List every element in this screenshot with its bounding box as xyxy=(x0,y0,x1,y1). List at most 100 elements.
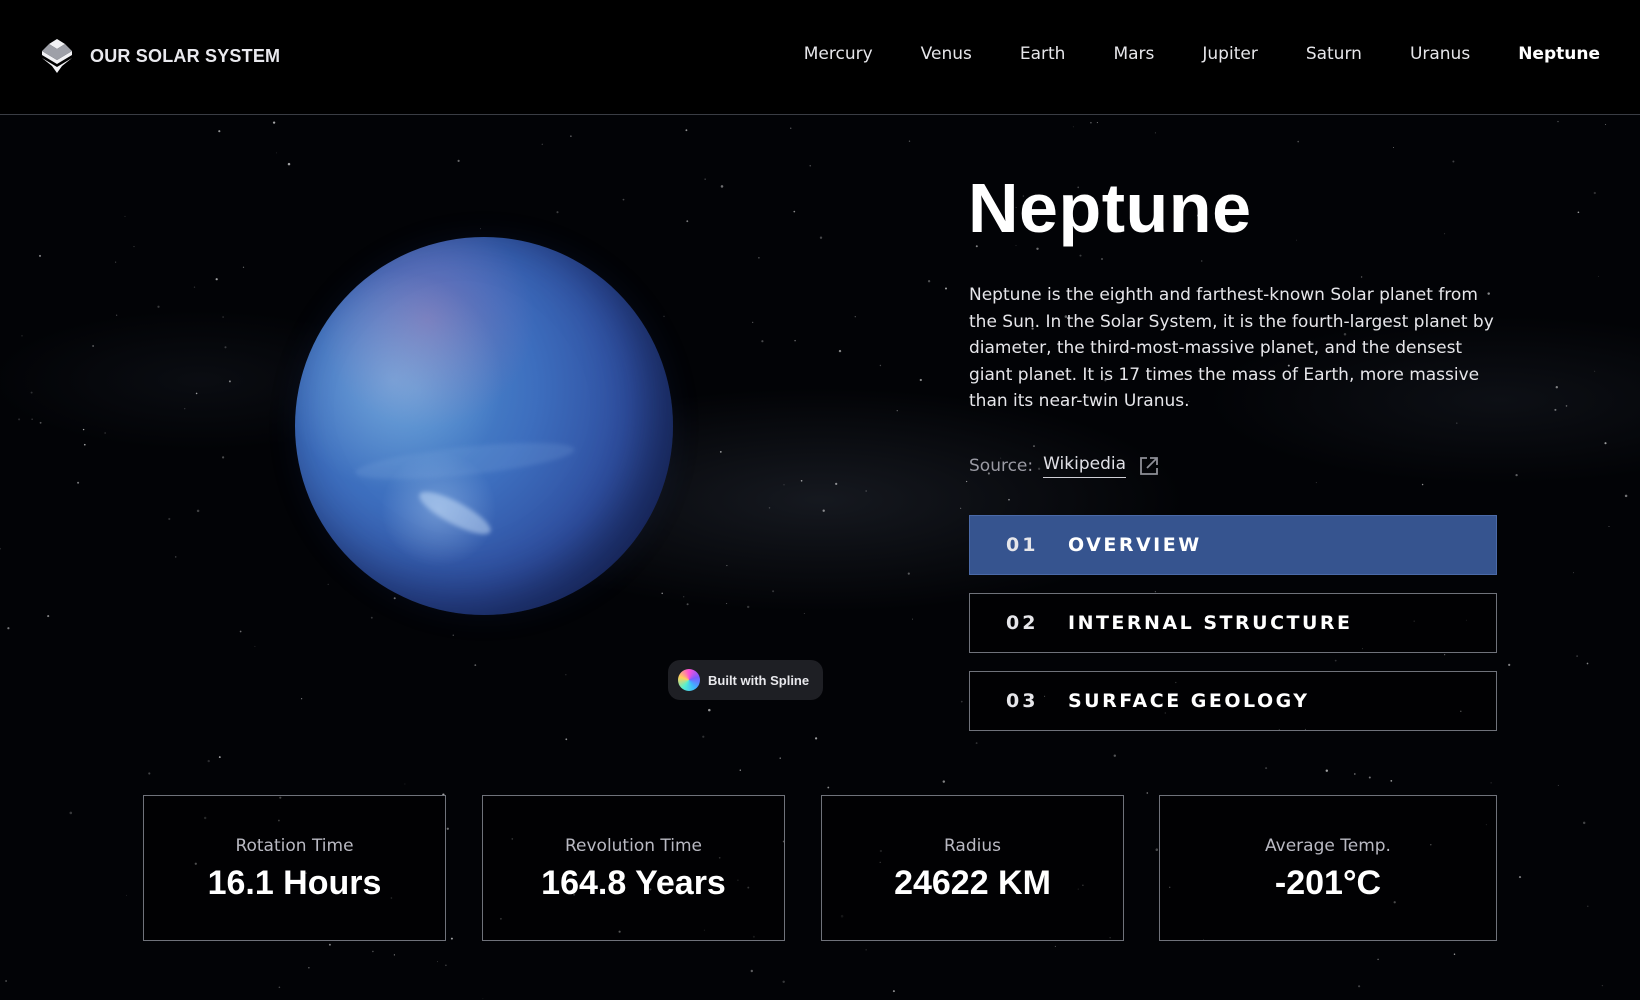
source-link-wikipedia[interactable]: Wikipedia xyxy=(1043,454,1127,478)
stat-value: -201°C xyxy=(1274,864,1382,902)
star xyxy=(184,408,186,410)
star xyxy=(803,613,805,614)
star xyxy=(83,443,86,446)
star xyxy=(1390,779,1393,782)
nav-item-saturn[interactable]: Saturn xyxy=(1306,44,1362,64)
tab-label: OVERVIEW xyxy=(1068,534,1202,556)
nav-item-earth[interactable]: Earth xyxy=(1020,44,1066,64)
star xyxy=(242,266,245,268)
nav-item-mars[interactable]: Mars xyxy=(1113,44,1154,64)
nav-item-neptune[interactable]: Neptune xyxy=(1518,44,1600,64)
star xyxy=(327,583,329,586)
star xyxy=(393,597,396,600)
star xyxy=(1555,386,1558,389)
built-with-spline-badge[interactable]: Built with Spline xyxy=(668,660,824,700)
star xyxy=(835,482,838,486)
brand[interactable]: OUR SOLAR SYSTEM xyxy=(38,38,280,74)
star xyxy=(1421,483,1424,486)
star xyxy=(196,509,200,513)
star xyxy=(1154,132,1156,134)
star xyxy=(865,949,867,951)
star xyxy=(838,349,842,353)
star xyxy=(215,278,218,281)
star xyxy=(779,757,781,759)
star xyxy=(479,228,482,230)
star xyxy=(39,421,42,424)
star xyxy=(457,159,460,162)
star xyxy=(104,432,106,434)
star xyxy=(1515,473,1518,477)
planet-cloud-band xyxy=(354,435,576,487)
star xyxy=(726,603,728,605)
star xyxy=(77,481,80,484)
nav-item-jupiter[interactable]: Jupiter xyxy=(1202,44,1257,64)
star xyxy=(1353,773,1356,775)
planet-3d-view[interactable] xyxy=(295,237,673,615)
star xyxy=(370,616,373,619)
star xyxy=(7,627,10,630)
star xyxy=(704,178,706,180)
solar-system-logo-icon xyxy=(42,39,72,73)
star xyxy=(168,517,171,521)
star xyxy=(865,490,867,492)
star xyxy=(772,590,775,593)
stat-radius: Radius 24622 KM xyxy=(821,795,1124,941)
star xyxy=(1604,442,1607,445)
star xyxy=(272,121,276,124)
star xyxy=(436,961,438,963)
star xyxy=(328,943,331,946)
star xyxy=(1072,126,1074,128)
source-line: Source: Wikipedia xyxy=(969,454,1160,478)
star xyxy=(683,596,685,598)
star xyxy=(372,950,374,953)
tab-surface-geology[interactable]: 03 SURFACE GEOLOGY xyxy=(969,671,1497,731)
nav-item-uranus[interactable]: Uranus xyxy=(1410,44,1470,64)
stat-average-temp: Average Temp. -201°C xyxy=(1159,795,1497,941)
planet-description: Neptune is the eighth and farthest-known… xyxy=(969,285,1494,411)
star xyxy=(218,756,221,759)
star xyxy=(1358,985,1361,988)
star xyxy=(663,315,665,318)
star xyxy=(960,507,962,509)
tab-internal-structure[interactable]: 02 INTERNAL STRUCTURE xyxy=(969,593,1497,653)
stat-label: Average Temp. xyxy=(1265,836,1391,856)
star xyxy=(768,507,771,509)
planet-nav: Mercury Venus Earth Mars Jupiter Saturn … xyxy=(756,44,1600,64)
external-link-icon[interactable] xyxy=(1138,455,1160,477)
star xyxy=(1518,876,1522,879)
star xyxy=(761,340,764,343)
star xyxy=(1565,405,1568,407)
star xyxy=(174,556,177,558)
star xyxy=(482,998,484,1000)
star xyxy=(1368,776,1371,779)
star xyxy=(239,630,242,633)
star xyxy=(0,547,2,550)
star xyxy=(750,969,753,973)
tab-number: 01 xyxy=(1006,534,1039,556)
star xyxy=(819,236,823,239)
star xyxy=(218,130,221,133)
star xyxy=(1444,654,1446,656)
star xyxy=(927,280,931,283)
tab-overview[interactable]: 01 OVERVIEW xyxy=(969,515,1497,575)
star xyxy=(393,954,396,956)
star xyxy=(47,615,50,618)
star xyxy=(278,986,281,989)
star xyxy=(474,664,477,666)
star xyxy=(1090,121,1092,124)
star xyxy=(133,246,135,248)
star xyxy=(445,964,447,967)
star xyxy=(1594,370,1596,372)
star xyxy=(1456,422,1458,424)
spline-badge-text: Built with Spline xyxy=(708,672,810,688)
star xyxy=(1295,239,1298,241)
star xyxy=(758,256,760,259)
star xyxy=(1315,482,1317,484)
star xyxy=(1576,655,1578,657)
star xyxy=(1444,233,1446,235)
nav-item-mercury[interactable]: Mercury xyxy=(804,44,873,64)
star xyxy=(221,456,225,459)
nav-item-venus[interactable]: Venus xyxy=(921,44,972,64)
star xyxy=(228,380,231,383)
star xyxy=(944,287,948,290)
